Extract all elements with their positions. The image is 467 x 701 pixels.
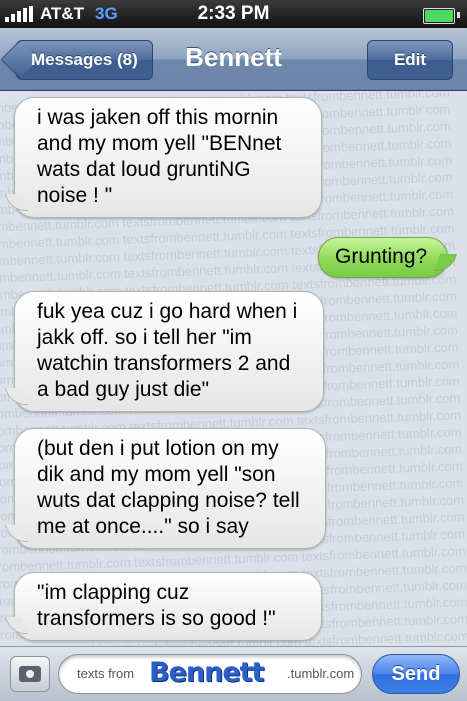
received-message-bubble[interactable]: (but den i put lotion on my dik and my m… [14,428,326,549]
battery-nub [457,12,460,18]
message-input[interactable]: texts from Bennett .tumblr.com [58,654,362,694]
received-message-bubble[interactable]: "im clapping cuz transformers is so good… [14,572,322,641]
battery-icon [423,8,455,24]
input-prefix-text: texts from [77,666,135,681]
edit-button[interactable]: Edit [367,40,453,80]
received-message-bubble[interactable]: i was jaken off this mornin and my mom y… [14,97,322,218]
compose-bar: texts from Bennett .tumblr.com Send [0,646,467,701]
camera-button[interactable] [10,656,50,692]
received-message-bubble[interactable]: fuk yea cuz i go hard when i jakk off. s… [14,291,324,412]
input-suffix-text: .tumblr.com [287,666,355,681]
status-bar: AT&T 3G 2:33 PM [0,0,467,28]
brand-logo: Bennett [149,657,264,688]
navigation-bar: Messages (8) Bennett Edit [0,28,467,91]
message-list[interactable]: textsfrombennett.tumblr.com textsfromben… [0,91,467,646]
camera-lens [25,669,35,679]
clock: 2:33 PM [197,3,270,24]
sent-message-bubble[interactable]: Grunting? [318,237,449,278]
send-button[interactable]: Send [372,654,460,694]
